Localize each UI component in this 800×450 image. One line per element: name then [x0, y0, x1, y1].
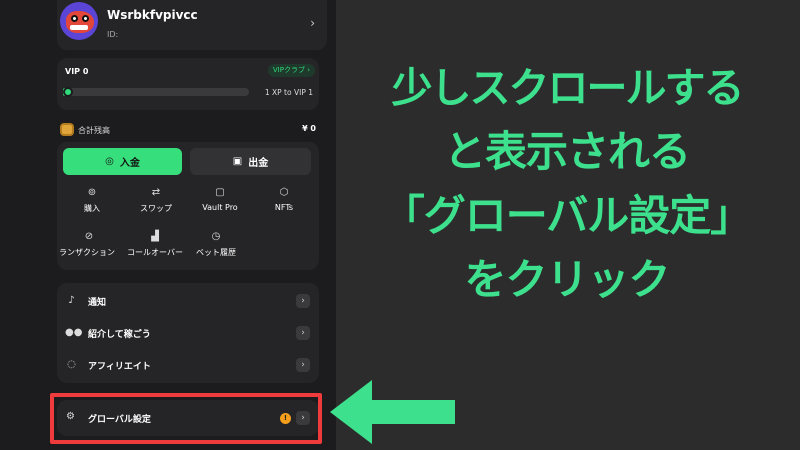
- actions-card: ◎ 入金 ▣ 出金 ⊚ 購入 ⇄ スワップ ▢ Vault Pro ⬡ NFTs…: [57, 142, 319, 270]
- transaction-icon: ⊘: [84, 231, 94, 242]
- caption-line: 少しスクロールする: [391, 64, 745, 112]
- highlight-box: [50, 393, 322, 444]
- menu-card: ♪ 通知 › ●● 紹介して稼ごう › ◌ アフィリエイト ›: [57, 283, 319, 383]
- chevron-right-icon[interactable]: ›: [310, 16, 315, 30]
- dino-avatar-icon: [66, 11, 94, 33]
- vip-progress-bar: [63, 87, 249, 97]
- caption-line: と表示される: [443, 127, 691, 176]
- clock-icon: ◷: [211, 231, 221, 242]
- withdraw-label: 出金: [248, 158, 269, 169]
- rollover-icon: ▟: [151, 231, 159, 242]
- caption-line: をクリック: [464, 255, 670, 304]
- chevron-right-icon: ›: [296, 358, 310, 372]
- avatar: [60, 2, 98, 40]
- wallet-icon: ◎: [105, 155, 114, 167]
- vip-level: VIP 0: [65, 67, 89, 76]
- vip-club-link[interactable]: VIPクラブ ›: [267, 64, 315, 77]
- menu-item-referral[interactable]: ●● 紹介して稼ごう ›: [57, 318, 319, 348]
- vault-icon: ▢: [215, 187, 225, 198]
- bet-history-action[interactable]: ◷ ベット履歴: [186, 230, 246, 258]
- rollover-action[interactable]: ▟ コールオーバー: [124, 230, 186, 258]
- swap-action[interactable]: ⇄ スワップ: [124, 186, 188, 214]
- arrow-left-icon: [330, 380, 455, 444]
- coin-cycle-icon: ⊚: [87, 187, 97, 198]
- chevron-right-icon: ›: [296, 294, 310, 308]
- instruction-caption: 少しスクロールする と表示される 「グローバル設定」 をクリック: [334, 56, 800, 312]
- menu-item-notifications[interactable]: ♪ 通知 ›: [57, 286, 319, 316]
- affiliate-icon: ◌: [67, 359, 76, 370]
- nfts-action[interactable]: ⬡ NFTs: [252, 186, 316, 212]
- deposit-label: 入金: [119, 158, 140, 169]
- nft-icon: ⬡: [279, 187, 289, 198]
- total-balance-row: 合計残高 ¥ 0: [60, 123, 316, 137]
- transactions-action[interactable]: ⊘ ランザクション: [59, 230, 117, 258]
- wallet-panel: Wsrbkfvpivcc ID: › VIP 0 VIPクラブ › 1 XP t…: [0, 0, 336, 450]
- users-icon: ●●: [65, 327, 83, 338]
- coins-icon: [60, 123, 74, 136]
- bell-icon: ♪: [68, 295, 75, 306]
- vip-progress-dot: [63, 87, 73, 97]
- total-balance-label: 合計残高: [78, 126, 110, 135]
- profile-header[interactable]: Wsrbkfvpivcc ID: ›: [57, 0, 327, 50]
- vip-progress-text: 1 XP to VIP 1: [264, 88, 313, 97]
- cash-icon: ▣: [232, 155, 243, 167]
- swap-icon: ⇄: [151, 187, 161, 198]
- withdraw-button[interactable]: ▣ 出金: [190, 148, 311, 175]
- user-id-label: ID:: [107, 30, 119, 39]
- caption-line: 「グローバル設定」: [382, 191, 753, 240]
- menu-item-affiliate[interactable]: ◌ アフィリエイト ›: [57, 350, 319, 380]
- total-balance-value: ¥ 0: [302, 124, 316, 133]
- buy-action[interactable]: ⊚ 購入: [60, 186, 124, 214]
- username: Wsrbkfvpivcc: [107, 8, 198, 22]
- deposit-button[interactable]: ◎ 入金: [63, 148, 182, 175]
- chevron-right-icon: ›: [296, 326, 310, 340]
- vault-pro-action[interactable]: ▢ Vault Pro: [188, 186, 252, 212]
- vip-card: VIP 0 VIPクラブ › 1 XP to VIP 1: [57, 58, 319, 110]
